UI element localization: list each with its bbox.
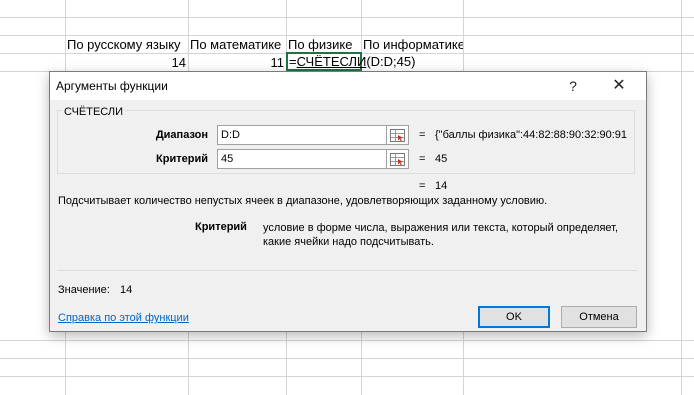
range-label: Диапазон bbox=[155, 129, 208, 141]
header-cell-physics[interactable]: По физике bbox=[286, 36, 361, 53]
close-icon[interactable]: ✕ bbox=[602, 72, 636, 100]
criterion-help-label: Критерий bbox=[195, 221, 247, 233]
formula-prefix: = bbox=[289, 54, 297, 69]
function-help-link[interactable]: Справка по этой функции bbox=[58, 312, 189, 324]
value-label: Значение: bbox=[58, 284, 110, 296]
range-selector-icon bbox=[390, 129, 405, 142]
function-name: СЧЁТЕСЛИ bbox=[62, 106, 126, 118]
grid-line bbox=[0, 358, 694, 359]
range-selector-button[interactable] bbox=[387, 125, 409, 145]
grid-line bbox=[0, 376, 694, 377]
divider bbox=[57, 270, 637, 271]
grid-line bbox=[0, 17, 694, 18]
range-input[interactable] bbox=[217, 125, 387, 145]
grid-line bbox=[681, 0, 682, 395]
formula-equals: = bbox=[419, 180, 426, 192]
criterion-label: Критерий bbox=[156, 153, 208, 165]
criterion-result: 45 bbox=[435, 153, 448, 165]
criterion-input[interactable] bbox=[217, 149, 387, 169]
header-cell-math[interactable]: По математике bbox=[188, 36, 286, 53]
value-cell-russian[interactable]: 14 bbox=[65, 54, 188, 71]
function-description: Подсчитывает количество непустых ячеек в… bbox=[58, 195, 548, 207]
formula-function: СЧЁТЕСЛИ bbox=[296, 54, 367, 69]
criterion-selector-button[interactable] bbox=[387, 149, 409, 169]
criterion-equals: = bbox=[419, 153, 426, 165]
header-cell-russian[interactable]: По русскому языку bbox=[65, 36, 188, 53]
value-text: 14 bbox=[120, 284, 133, 296]
grid-line bbox=[0, 340, 694, 341]
dialog-titlebar[interactable]: Аргументы функции ? ✕ bbox=[50, 72, 646, 100]
range-selector-icon bbox=[390, 153, 405, 166]
cancel-button[interactable]: Отмена bbox=[561, 306, 637, 328]
header-cell-informatics[interactable]: По информатике bbox=[361, 36, 463, 53]
dialog-title: Аргументы функции bbox=[56, 79, 168, 93]
function-arguments-dialog: Аргументы функции ? ✕ СЧЁТЕСЛИ Диапазон … bbox=[49, 71, 647, 332]
range-result: {"баллы физика":44:82:88:90:32:90:91 bbox=[435, 129, 628, 141]
ok-button[interactable]: OK bbox=[478, 306, 550, 328]
criterion-help-text: условие в форме числа, выражения или тек… bbox=[263, 222, 619, 248]
formula-result: 14 bbox=[435, 180, 448, 192]
formula-args: (D:D;45) bbox=[366, 54, 416, 69]
help-icon[interactable]: ? bbox=[556, 72, 590, 100]
value-cell-math[interactable]: 11 bbox=[188, 54, 286, 71]
cell-formula[interactable]: =СЧЁТЕСЛИ(D:D;45) bbox=[289, 53, 415, 70]
range-equals: = bbox=[419, 129, 426, 141]
